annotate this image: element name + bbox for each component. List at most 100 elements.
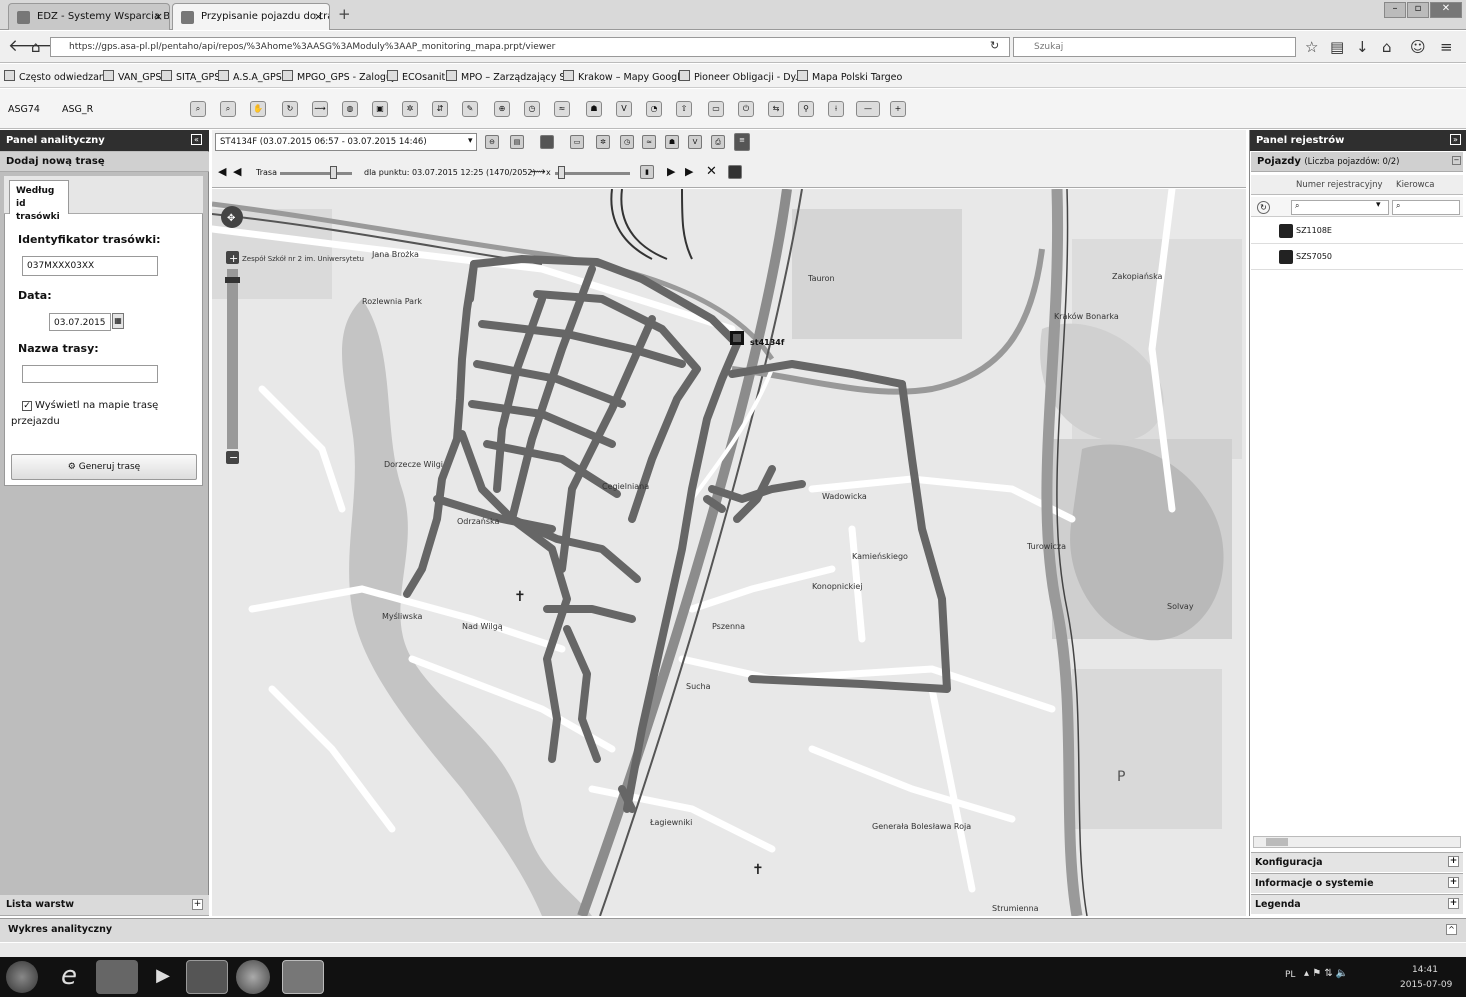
home-icon[interactable]: ⌂ [31,38,41,56]
slider-handle[interactable] [558,166,565,179]
power-icon[interactable]: ⏻ [738,101,754,117]
home-icon[interactable]: ⌂ [1382,38,1392,56]
ruler-icon[interactable]: ⟊ [828,101,844,117]
truck-icon[interactable]: ▣ [372,101,388,117]
tab-edz[interactable]: EDZ - Systemy Wsparcia Bi... × [8,3,170,30]
plate-filter-input[interactable]: ⌕ [1291,200,1389,215]
explorer-icon[interactable] [96,960,138,994]
save-icon[interactable] [540,135,554,149]
file-icon[interactable]: ▭ [570,135,584,149]
target-icon[interactable]: ⊕ [494,101,510,117]
document-icon[interactable]: ▤ [510,135,524,149]
tab-by-id[interactable]: Według id trasówki [9,180,69,222]
show-route-checkbox[interactable]: ✓ [22,401,32,411]
generate-route-button[interactable]: ⚙ Generuj trasę [11,454,197,480]
collapse-icon[interactable]: « [191,134,202,145]
zoom-slider[interactable] [227,269,238,449]
settings-icon[interactable]: ✲ [402,101,418,117]
expand-icon[interactable]: + [1448,856,1459,867]
table-row[interactable]: SZ1108E [1251,218,1463,244]
rpm-icon[interactable]: ≈ [642,135,656,149]
pan-arrows-icon[interactable]: ✥ [227,213,235,224]
driver-filter-input[interactable]: ⌕ [1392,200,1460,215]
chrome-icon[interactable] [236,960,270,994]
map-canvas[interactable]: st4134f Tauron Kraków Bonarka Dorzecze W… [212,189,1246,916]
accordion-legend[interactable]: Legenda + [1251,894,1463,914]
transfer-icon[interactable]: ⇆ [768,101,784,117]
expand-icon[interactable]: + [192,899,203,910]
distance-icon[interactable]: — [856,101,880,117]
tab-przypisanie[interactable]: Przypisanie pojazdu do tras... × [172,3,330,30]
user-label[interactable]: ASG74 [8,104,40,115]
horizontal-scrollbar[interactable] [1253,836,1461,848]
date-input[interactable]: 03.07.2015 [49,313,111,331]
bookmark-item[interactable]: MPO – Zarządzający S... [446,70,575,83]
route-slider[interactable] [280,172,352,175]
speed-slider[interactable] [555,172,630,175]
stop-icon[interactable]: ⊖ [485,135,499,149]
outlook-icon[interactable] [282,960,324,994]
close-icon[interactable]: × [314,10,323,23]
grid-icon[interactable] [728,165,742,179]
route-name-input[interactable] [22,365,158,383]
table-row[interactable]: SZS7050 [1251,244,1463,270]
firefox-icon[interactable] [186,960,228,994]
bookmark-item[interactable]: Mapa Polski Targeo [797,70,902,83]
window-close-button[interactable]: ✕ [1430,2,1462,18]
settings-icon[interactable]: ✲ [596,135,610,149]
upload-icon[interactable]: ⇧ [676,101,692,117]
chat-icon[interactable]: ☺ [1410,38,1426,56]
hand-icon[interactable]: ✋ [250,101,266,117]
person-icon[interactable]: ☗ [665,135,679,149]
clear-icon[interactable]: ✕ [706,164,717,179]
scrollbar-thumb[interactable] [1266,838,1288,846]
column-driver[interactable]: Kierowca [1396,180,1435,190]
layers-list-header[interactable]: Lista warstw [0,895,209,916]
maximize-button[interactable]: ▫ [1407,2,1429,18]
minus-icon[interactable]: − [1452,156,1461,165]
globe-icon[interactable]: ◍ [342,101,358,117]
edit-icon[interactable]: ✎ [462,101,478,117]
accordion-config[interactable]: Konfiguracja + [1251,852,1463,872]
star-icon[interactable]: ☆ [1305,38,1318,56]
person-icon[interactable]: ☗ [586,101,602,117]
clock-icon[interactable]: ◷ [524,101,540,117]
accordion-system-info[interactable]: Informacje o systemie + [1251,873,1463,893]
rewind-icon[interactable]: ◀ [233,165,241,178]
calendar-icon[interactable]: ▦ [112,313,124,329]
tray-icons[interactable]: ▴ ⚑ ⇅ 🔈 [1304,968,1348,979]
chevron-down-icon[interactable]: ▾ [1376,200,1381,210]
collapse-icon[interactable]: » [1450,134,1461,145]
start-button[interactable] [6,961,38,993]
column-plate[interactable]: Numer rejestracyjny [1296,180,1383,190]
document-icon[interactable]: ▭ [708,101,724,117]
bookmark-item[interactable]: SITA_GPS [161,70,220,83]
add-icon[interactable]: + [890,101,906,117]
v-icon[interactable]: V [688,135,702,149]
forward-icon[interactable]: ▶ [685,165,693,178]
slider-handle[interactable] [330,166,337,179]
clock-date[interactable]: 2015-07-09 [1400,980,1452,990]
close-icon[interactable]: × [154,10,163,23]
minimize-button[interactable]: – [1384,2,1406,18]
clock-time[interactable]: 14:41 [1412,965,1438,975]
menu-icon[interactable]: ≡ [1440,38,1453,56]
url-bar[interactable]: https://gps.asa-pl.pl/pentaho/api/repos/… [50,37,1010,57]
play-icon[interactable]: ▶ [667,165,675,178]
record-icon[interactable]: ▮ [640,165,654,179]
gauge-icon[interactable]: ◔ [646,101,662,117]
id-input[interactable]: 037MXXX03XX [22,256,158,276]
vehicle-select[interactable]: ST4134F (03.07.2015 06:57 - 03.07.2015 1… [215,133,477,151]
reload-icon[interactable]: ↻ [990,39,999,52]
rpm-icon[interactable]: ≈ [554,101,570,117]
expand-icon[interactable]: ^ [1446,924,1457,935]
bookmark-item[interactable]: VAN_GPS [103,70,161,83]
clipboard-icon[interactable]: ▤ [1330,38,1344,56]
download-icon[interactable]: ↓ [1356,38,1369,56]
bookmark-item[interactable]: A.S.A_GPS [218,70,282,83]
expand-icon[interactable]: + [1448,898,1459,909]
map-view[interactable]: st4134f Tauron Kraków Bonarka Dorzecze W… [212,189,1246,916]
refresh-icon[interactable]: ↻ [282,101,298,117]
new-tab-button[interactable]: + [338,5,351,23]
pin-icon[interactable]: ⚲ [798,101,814,117]
